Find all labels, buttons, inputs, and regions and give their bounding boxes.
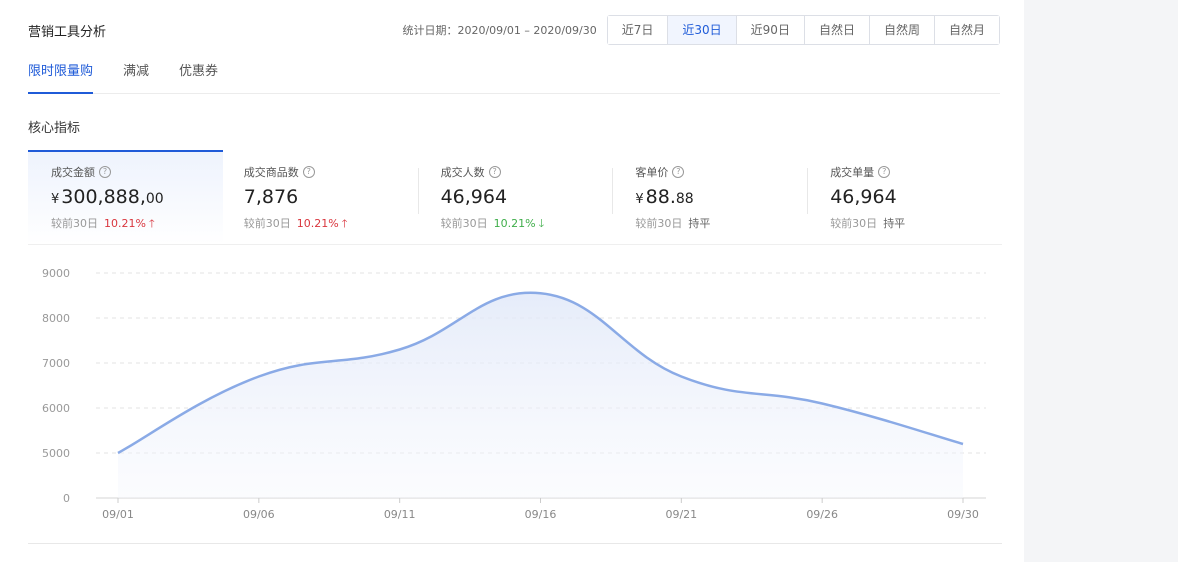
y-tick-label: 8000	[42, 312, 70, 325]
currency-symbol: ¥	[635, 192, 644, 207]
metric-value: 7,876	[244, 186, 418, 210]
range-natural-week-button[interactable]: 自然周	[868, 16, 934, 44]
change-value: 10.21%	[104, 217, 146, 230]
metric-label: 成交单量?	[830, 164, 1002, 180]
change-value: 10.21%	[296, 217, 339, 230]
divider	[28, 543, 1002, 544]
metric-compare: 较前30日 10.21% 🡓	[441, 215, 613, 234]
compare-label: 较前30日	[635, 217, 683, 230]
trend-chart: 0 5000 6000 7000 8000 9000 09/01 09/06 09/11 09/1…	[0, 252, 1024, 532]
metric-value-main: 88.	[645, 186, 676, 208]
date-range-label: 统计日期：	[402, 24, 458, 37]
x-tick-label: 09/21	[665, 508, 697, 521]
y-tick-label: 0	[63, 492, 70, 505]
metric-value: 46,964	[441, 186, 613, 210]
y-tick-label: 9000	[42, 267, 70, 280]
help-circle-icon[interactable]: ?	[488, 166, 501, 178]
metric-value: ¥300,888,00	[51, 186, 223, 210]
currency-symbol: ¥	[51, 192, 60, 207]
series-area	[118, 292, 963, 498]
range-natural-day-button[interactable]: 自然日	[803, 16, 869, 44]
x-tick-label: 09/06	[243, 508, 275, 521]
y-tick-label: 6000	[42, 402, 70, 415]
metric-value-main: 46,964	[830, 186, 897, 208]
metric-card-items[interactable]: 成交商品数? 7,876 较前30日 10.21% 🡑	[223, 150, 418, 244]
page-container: 营销工具分析 统计日期：2020/09/01 – 2020/09/30 近7日 …	[0, 0, 1024, 562]
metric-label-text: 客单价	[635, 166, 669, 179]
range-selector: 近7日 近30日 近90日 自然日 自然周 自然月	[606, 15, 1000, 45]
compare-label: 较前30日	[51, 217, 98, 230]
compare-label: 较前30日	[830, 217, 878, 230]
metric-label: 成交商品数?	[244, 164, 418, 180]
metric-compare: 较前30日 10.21% 🡑	[51, 215, 223, 234]
metric-value-decimal: 00	[145, 191, 164, 207]
metric-label-text: 成交商品数	[243, 166, 299, 179]
range-natural-month-button[interactable]: 自然月	[933, 16, 999, 44]
range-90d-button[interactable]: 近90日	[735, 16, 804, 44]
arrow-up-icon: 🡑	[341, 217, 348, 230]
metric-label: 客单价?	[635, 164, 807, 180]
y-tick-label: 7000	[42, 357, 70, 370]
help-circle-icon[interactable]: ?	[878, 166, 891, 178]
help-circle-icon[interactable]: ?	[672, 166, 685, 178]
metric-label-text: 成交人数	[440, 166, 485, 179]
tab-coupon[interactable]: 优惠券	[179, 58, 218, 93]
metric-value-decimal: 88	[675, 191, 694, 207]
metric-label-text: 成交金额	[51, 166, 95, 179]
arrow-down-icon: 🡓	[538, 217, 545, 230]
metric-card-avg-price[interactable]: 客单价? ¥88.88 较前30日 持平	[612, 150, 807, 244]
help-circle-icon[interactable]: ?	[302, 166, 315, 178]
metric-value-main: 300,888,	[61, 186, 146, 208]
section-title: 核心指标	[28, 121, 81, 136]
change-value: 10.21%	[493, 217, 536, 230]
page-title: 营销工具分析	[28, 24, 107, 40]
change-value: 持平	[883, 217, 906, 230]
x-tick-label: 09/30	[947, 508, 979, 521]
metric-card-orders[interactable]: 成交单量? 46,964 较前30日 持平	[807, 150, 1002, 244]
metric-label-text: 成交单量	[830, 166, 875, 179]
range-7d-button[interactable]: 近7日	[607, 16, 668, 44]
metric-cards: 成交金额? ¥300,888,00 较前30日 10.21% 🡑 成交商品数? 7,…	[28, 150, 1002, 245]
metric-label: 成交人数?	[441, 164, 613, 180]
metric-compare: 较前30日 持平	[635, 215, 807, 231]
tab-full-reduction[interactable]: 满减	[123, 58, 149, 93]
x-tick-label: 09/16	[525, 508, 557, 521]
metric-compare: 较前30日 持平	[830, 215, 1002, 231]
metric-card-buyers[interactable]: 成交人数? 46,964 较前30日 10.21% 🡓	[417, 150, 613, 244]
metric-value-main: 7,876	[243, 186, 299, 208]
metric-value-main: 46,964	[440, 186, 508, 208]
compare-label: 较前30日	[243, 217, 291, 230]
date-range: 统计日期：2020/09/01 – 2020/09/30	[402, 22, 596, 38]
x-tick-label: 09/11	[384, 508, 416, 521]
metric-value: ¥88.88	[635, 186, 807, 210]
date-range-value: 2020/09/01 – 2020/09/30	[457, 24, 597, 37]
metric-label: 成交金额?	[51, 164, 223, 180]
x-tick-label: 09/01	[102, 508, 134, 521]
trend-chart-svg: 0 5000 6000 7000 8000 9000 09/01 09/06 09/11 09/1…	[42, 267, 986, 521]
arrow-up-icon: 🡑	[148, 217, 155, 230]
header: 营销工具分析 统计日期：2020/09/01 – 2020/09/30 近7日 …	[28, 14, 1000, 46]
range-30d-button[interactable]: 近30日	[667, 16, 736, 44]
metric-card-gmv[interactable]: 成交金额? ¥300,888,00 较前30日 10.21% 🡑	[28, 150, 223, 244]
x-tick-label: 09/26	[806, 508, 838, 521]
tab-flash-sale[interactable]: 限时限量购	[28, 58, 94, 94]
tool-tabs: 限时限量购 满减 优惠券	[28, 58, 1000, 94]
help-circle-icon[interactable]: ?	[99, 166, 111, 178]
metric-value: 46,964	[830, 186, 1002, 210]
metric-compare: 较前30日 10.21% 🡑	[244, 215, 418, 234]
change-value: 持平	[688, 217, 711, 230]
compare-label: 较前30日	[440, 217, 488, 230]
y-tick-label: 5000	[42, 447, 70, 460]
